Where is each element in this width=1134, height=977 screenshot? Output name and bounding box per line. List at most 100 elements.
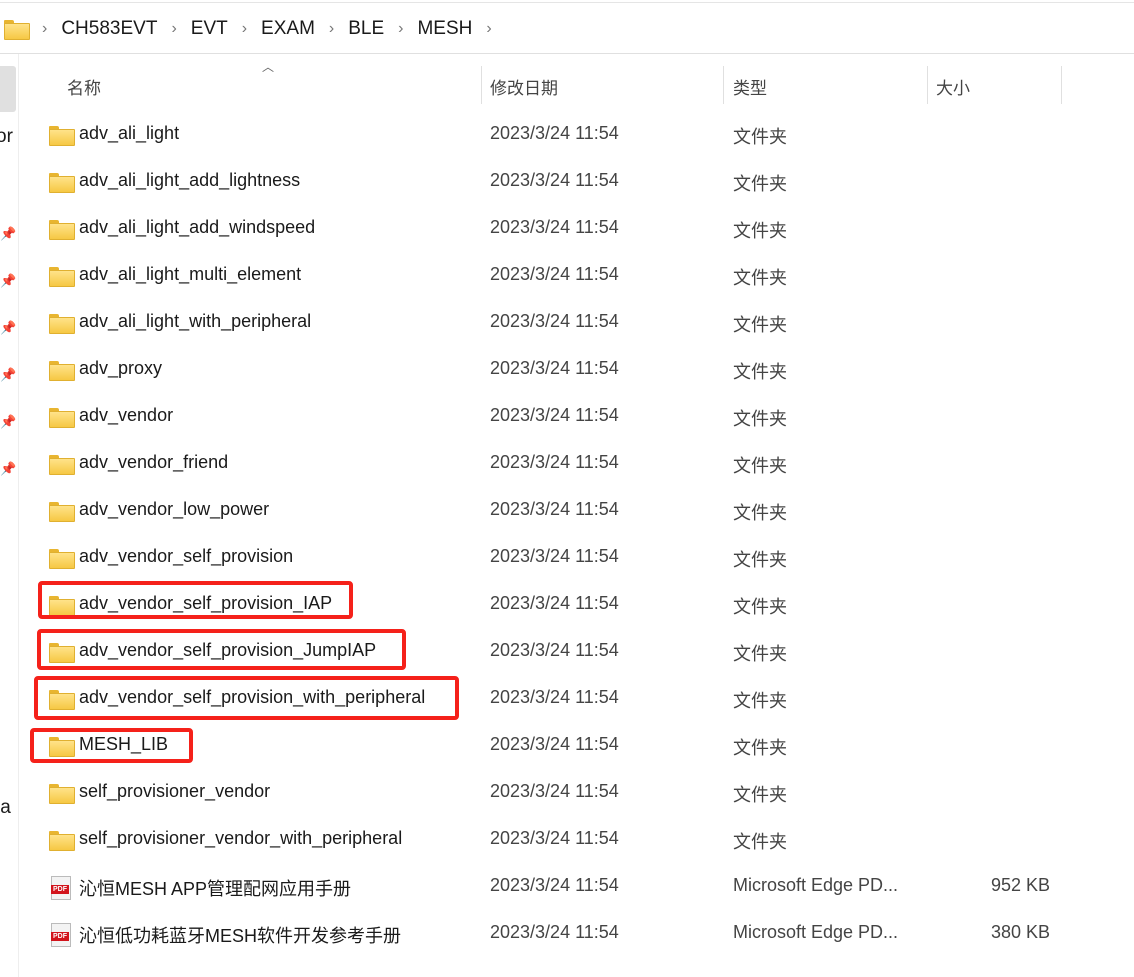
divider <box>0 53 1134 54</box>
pdf-icon: PDF <box>51 876 71 900</box>
file-row[interactable]: adv_vendor 2023/3/24 11:54 文件夹 <box>20 393 1134 440</box>
column-header-type[interactable]: 类型 <box>733 66 767 106</box>
file-modified: 2023/3/24 11:54 <box>490 311 619 331</box>
file-name[interactable]: adv_ali_light_multi_element <box>79 264 301 285</box>
pin-icon: 📌 <box>0 320 17 335</box>
highlight-box <box>37 629 406 670</box>
navigation-pane[interactable] <box>0 54 19 977</box>
file-row[interactable]: adv_proxy 2023/3/24 11:54 文件夹 <box>20 346 1134 393</box>
folder-icon <box>49 831 75 851</box>
highlight-box <box>34 676 459 720</box>
file-type: 文件夹 <box>733 127 787 147</box>
file-name[interactable]: self_provisioner_vendor <box>79 781 270 802</box>
file-name[interactable]: adv_vendor_friend <box>79 452 228 473</box>
file-row[interactable]: PDF 沁恒低功耗蓝牙MESH软件开发参考手册 2023/3/24 11:54 Mic… <box>20 910 1134 957</box>
folder-icon <box>49 267 75 287</box>
file-row[interactable]: adv_ali_light_add_lightness 2023/3/24 11:… <box>20 158 1134 205</box>
file-row[interactable]: adv_ali_light 2023/3/24 11:54 文件夹 <box>20 111 1134 158</box>
file-name[interactable]: adv_vendor <box>79 405 173 426</box>
file-name[interactable]: adv_ali_light_add_lightness <box>79 170 300 191</box>
breadcrumb: › CH583EVT › EVT › EXAM › BLE › MESH › <box>0 8 1134 50</box>
folder-icon <box>49 784 75 804</box>
file-row[interactable]: adv_ali_light_with_peripheral 2023/3/24 1… <box>20 299 1134 346</box>
file-type: 文件夹 <box>733 409 787 429</box>
file-row[interactable]: adv_ali_light_add_windspeed 2023/3/24 11:… <box>20 205 1134 252</box>
column-resize-handle[interactable] <box>927 66 928 104</box>
pin-icon: 📌 <box>0 367 17 382</box>
file-type: 文件夹 <box>733 832 787 852</box>
breadcrumb-item[interactable]: BLE <box>348 18 384 40</box>
file-row[interactable]: adv_vendor_friend 2023/3/24 11:54 文件夹 <box>20 440 1134 487</box>
file-type: 文件夹 <box>733 644 787 664</box>
file-modified: 2023/3/24 11:54 <box>490 922 619 942</box>
column-header-size[interactable]: 大小 <box>936 66 970 106</box>
pdf-icon: PDF <box>51 923 71 947</box>
nav-item-fragment[interactable]: la <box>0 797 11 819</box>
file-type: 文件夹 <box>733 315 787 335</box>
file-name[interactable]: adv_ali_light_add_windspeed <box>79 217 315 238</box>
file-type: 文件夹 <box>733 362 787 382</box>
file-row[interactable]: self_provisioner_vendor_with_peripheral 2… <box>20 816 1134 863</box>
folder-icon <box>49 173 75 193</box>
file-modified: 2023/3/24 11:54 <box>490 123 619 143</box>
file-type: 文件夹 <box>733 268 787 288</box>
file-modified: 2023/3/24 11:54 <box>490 781 619 801</box>
pdf-icon-label: PDF <box>51 885 69 894</box>
chevron-right-icon[interactable]: › <box>42 20 47 38</box>
file-name[interactable]: adv_ali_light <box>79 123 179 144</box>
column-resize-handle[interactable] <box>723 66 724 104</box>
file-row[interactable]: PDF 沁恒MESH APP管理配网应用手册 2023/3/24 11:54 Micr… <box>20 863 1134 910</box>
file-name[interactable]: 沁恒低功耗蓝牙MESH软件开发参考手册 <box>79 922 401 948</box>
breadcrumb-item[interactable]: EVT <box>191 18 228 40</box>
file-type: 文件夹 <box>733 503 787 523</box>
file-name[interactable]: adv_vendor_low_power <box>79 499 269 520</box>
folder-icon <box>49 126 75 146</box>
pdf-icon-label: PDF <box>51 932 69 941</box>
file-modified: 2023/3/24 11:54 <box>490 875 619 895</box>
column-header-modified[interactable]: 修改日期 <box>490 66 558 106</box>
file-name[interactable]: 沁恒MESH APP管理配网应用手册 <box>79 875 351 901</box>
file-type: 文件夹 <box>733 456 787 476</box>
pin-icon: 📌 <box>0 461 17 476</box>
file-name[interactable]: adv_vendor_self_provision <box>79 546 293 567</box>
file-type: Microsoft Edge PD... <box>733 875 899 895</box>
chevron-right-icon[interactable]: › <box>486 20 491 38</box>
folder-icon <box>4 20 30 40</box>
file-name[interactable]: adv_proxy <box>79 358 162 379</box>
folder-icon <box>49 220 75 240</box>
file-row[interactable]: adv_ali_light_multi_element 2023/3/24 11:… <box>20 252 1134 299</box>
file-modified: 2023/3/24 11:54 <box>490 687 619 707</box>
chevron-right-icon[interactable]: › <box>329 20 334 38</box>
file-type: 文件夹 <box>733 785 787 805</box>
file-name[interactable]: self_provisioner_vendor_with_peripheral <box>79 828 402 849</box>
breadcrumb-item[interactable]: MESH <box>417 18 472 40</box>
file-type: 文件夹 <box>733 174 787 194</box>
file-type: Microsoft Edge PD... <box>733 922 899 942</box>
file-row[interactable]: adv_vendor_self_provision 2023/3/24 11:54… <box>20 534 1134 581</box>
file-type: 文件夹 <box>733 550 787 570</box>
file-type: 文件夹 <box>733 221 787 241</box>
file-name[interactable]: adv_ali_light_with_peripheral <box>79 311 311 332</box>
chevron-right-icon[interactable]: › <box>242 20 247 38</box>
file-row[interactable]: self_provisioner_vendor 2023/3/24 11:54 文件… <box>20 769 1134 816</box>
chevron-right-icon[interactable]: › <box>171 20 176 38</box>
file-modified: 2023/3/24 11:54 <box>490 264 619 284</box>
file-modified: 2023/3/24 11:54 <box>490 593 619 613</box>
file-modified: 2023/3/24 11:54 <box>490 170 619 190</box>
breadcrumb-item[interactable]: CH583EVT <box>61 18 157 40</box>
pin-icon: 📌 <box>0 226 17 241</box>
file-row[interactable]: adv_vendor_low_power 2023/3/24 11:54 文件夹 <box>20 487 1134 534</box>
chevron-right-icon[interactable]: › <box>398 20 403 38</box>
nav-item-fragment[interactable]: or <box>0 126 13 148</box>
file-type: 文件夹 <box>733 597 787 617</box>
nav-selected-item[interactable] <box>0 66 16 112</box>
file-modified: 2023/3/24 11:54 <box>490 546 619 566</box>
file-modified: 2023/3/24 11:54 <box>490 358 619 378</box>
top-border <box>0 2 1134 3</box>
column-resize-handle[interactable] <box>1061 66 1062 104</box>
breadcrumb-item[interactable]: EXAM <box>261 18 315 40</box>
file-type: 文件夹 <box>733 691 787 711</box>
file-modified: 2023/3/24 11:54 <box>490 217 619 237</box>
column-resize-handle[interactable] <box>481 66 482 104</box>
column-header-name[interactable]: 名称 <box>67 66 101 106</box>
